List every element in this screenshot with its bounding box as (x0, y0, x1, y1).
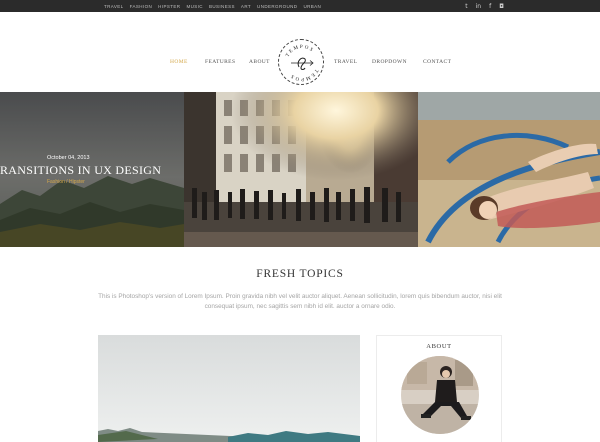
featured-post-1[interactable]: October 04, 2013 RANSITIONS IN UX DESIGN… (0, 92, 184, 247)
top-link-business[interactable]: BUSINESS (209, 4, 235, 9)
top-link-underground[interactable]: UNDERGROUND (257, 4, 297, 9)
post-categories: Fashion / Hipster (47, 179, 85, 185)
city-street-photo (184, 92, 418, 247)
site-header: HOME FEATURES ABOUT TRAVEL DROPDOWN CONT… (0, 12, 600, 92)
author-photo (401, 356, 479, 434)
twitter-icon[interactable]: t (465, 3, 467, 10)
svg-text:TEMPOS: TEMPOS (289, 68, 318, 81)
featured-slider[interactable]: October 04, 2013 RANSITIONS IN UX DESIGN… (0, 92, 600, 247)
post-thumbnail[interactable] (98, 335, 360, 442)
category-hipster[interactable]: Hipster (69, 179, 85, 185)
nav-home[interactable]: HOME (170, 59, 188, 65)
top-bar: TRAVEL FASHION HIPSTER MUSIC BUSINESS AR… (0, 0, 600, 12)
about-title: ABOUT (426, 343, 452, 350)
post-date: October 04, 2013 (47, 155, 90, 161)
nav-dropdown[interactable]: DROPDOWN (372, 59, 407, 65)
top-link-travel[interactable]: TRAVEL (104, 4, 124, 9)
facebook-icon[interactable]: f (489, 3, 491, 10)
svg-text:TEMPOS: TEMPOS (285, 45, 314, 58)
nav-about[interactable]: ABOUT (249, 59, 270, 65)
top-link-hipster[interactable]: HIPSTER (158, 4, 180, 9)
top-link-fashion[interactable]: FASHION (130, 4, 153, 9)
top-link-art[interactable]: ART (241, 4, 251, 9)
instagram-icon[interactable]: ◘ (499, 3, 504, 10)
top-category-nav: TRAVEL FASHION HIPSTER MUSIC BUSINESS AR… (104, 4, 321, 9)
avatar[interactable] (401, 356, 479, 434)
site-logo[interactable]: TEMPOS TEMPOS (278, 39, 324, 85)
top-link-urban[interactable]: URBAN (303, 4, 321, 9)
section-title: FRESH TOPICS (256, 268, 344, 280)
featured-post-2[interactable] (184, 92, 418, 247)
logo-emblem-icon: TEMPOS TEMPOS (285, 45, 318, 81)
nav-contact[interactable]: CONTACT (423, 59, 451, 65)
landscape-photo (98, 335, 360, 442)
social-links: t in f ◘ (465, 0, 504, 12)
section-intro: This is Photoshop's version of Lorem Ips… (98, 293, 502, 310)
featured-post-3[interactable] (418, 92, 600, 247)
linkedin-icon[interactable]: in (476, 3, 481, 10)
nav-features[interactable]: FEATURES (205, 59, 235, 65)
nav-travel[interactable]: TRAVEL (334, 59, 357, 65)
category-fashion[interactable]: Fashion (47, 179, 65, 185)
post-title[interactable]: RANSITIONS IN UX DESIGN (0, 163, 161, 178)
boat-photo (418, 92, 600, 247)
top-link-music[interactable]: MUSIC (186, 4, 203, 9)
about-widget: ABOUT (376, 335, 502, 442)
